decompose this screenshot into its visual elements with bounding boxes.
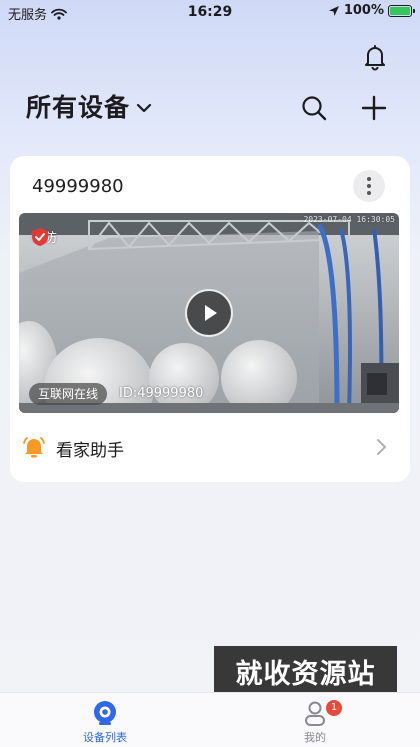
- shield-check-icon: [32, 228, 48, 246]
- device-id-label: ID:49999980: [119, 386, 204, 401]
- alarm-bell-icon: [23, 437, 45, 458]
- device-filter-dropdown[interactable]: 所有设备: [26, 88, 152, 124]
- battery-level: [390, 6, 410, 15]
- page-title: 所有设备: [26, 93, 131, 122]
- search-button[interactable]: [300, 94, 328, 122]
- bell-icon: [365, 45, 385, 71]
- device-more-button[interactable]: [353, 170, 385, 202]
- device-card[interactable]: 49999980 2023-07-04 16:30:05 互联网在线 ID:49…: [10, 156, 410, 482]
- devices-tab-icon: [94, 701, 116, 725]
- tab-mine[interactable]: 我的: [265, 699, 365, 745]
- profile-notification-badge: 1: [326, 700, 342, 716]
- chevron-down-icon: [136, 103, 152, 113]
- chevron-right-icon: [377, 439, 386, 455]
- notification-bell-button[interactable]: [360, 42, 390, 72]
- more-icon: [367, 177, 371, 195]
- add-device-button[interactable]: [360, 94, 388, 122]
- search-icon: [302, 96, 327, 121]
- location-icon: [328, 5, 339, 16]
- device-name: 49999980: [32, 176, 124, 197]
- battery-percent: 100%: [343, 3, 384, 18]
- tab-device-list[interactable]: 设备列表: [55, 699, 155, 745]
- profile-tab-icon: [305, 701, 325, 726]
- tab-bar: 设备列表 我的: [0, 692, 420, 747]
- play-icon: [205, 305, 217, 321]
- network-status-badge: 互联网在线: [29, 383, 108, 405]
- home-assistant-row[interactable]: 看家助手: [10, 426, 410, 468]
- arm-status-badge: 布防: [31, 227, 57, 246]
- camera-preview[interactable]: 布防 2023-07-04 16:30:05 互联网在线 ID:49999980: [19, 213, 399, 413]
- plus-icon: [361, 95, 387, 121]
- tab-device-list-label: 设备列表: [83, 731, 127, 744]
- home-assistant-label: 看家助手: [56, 441, 124, 461]
- play-button[interactable]: [185, 289, 233, 337]
- battery-icon: [388, 4, 415, 17]
- tab-mine-label: 我的: [304, 731, 326, 744]
- status-bar: 无服务 16:29 100%: [0, 0, 420, 24]
- preview-timestamp: 2023-07-04 16:30:05: [303, 215, 395, 224]
- status-right: 100%: [328, 3, 415, 18]
